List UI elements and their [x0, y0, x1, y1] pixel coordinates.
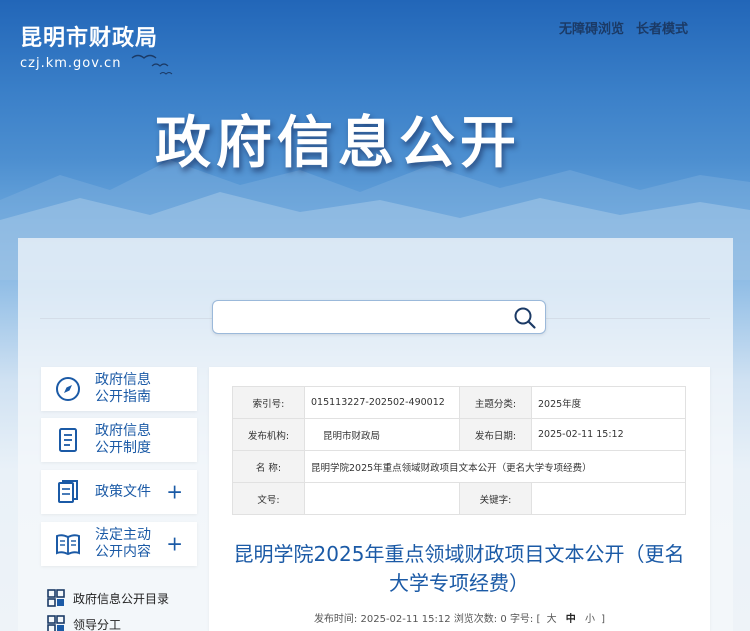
catalog-grid-icon — [47, 589, 65, 607]
sidebar-item-rules[interactable]: 政府信息 公开制度 — [41, 418, 197, 462]
table-row: 名 称: 昆明学院2025年重点领域财政项目文本公开（更名大学专项经费） — [232, 450, 686, 483]
views-label: 浏览次数: — [453, 614, 498, 625]
font-size-medium[interactable]: 中 — [566, 614, 576, 625]
accessibility-link[interactable]: 无障碍浏览 — [559, 18, 624, 37]
meta-key: 文号: — [232, 482, 305, 515]
pub-time: 2025-02-11 15:12 — [360, 614, 451, 625]
meta-value — [531, 482, 686, 515]
top-nav: 无障碍浏览 长者模式 — [559, 18, 688, 37]
bracket-close: ] — [601, 614, 606, 625]
meta-value: 昆明学院2025年重点领域财政项目文本公开（更名大学专项经费） — [304, 450, 686, 483]
sidebar-item-statutory[interactable]: 法定主动 公开内容 + — [41, 522, 197, 566]
meta-key: 发布机构: — [232, 418, 305, 451]
sub-item-label: 领导分工 — [73, 617, 122, 631]
meta-key: 主题分类: — [459, 386, 532, 419]
sidebar-item-label: 政府信息 — [95, 423, 151, 439]
elder-mode-link[interactable]: 长者模式 — [636, 18, 688, 37]
search-box — [212, 300, 546, 334]
sidebar-item-label: 法定主动 — [95, 527, 151, 543]
table-row: 文号: 关键字: — [232, 482, 686, 515]
views-count: 0 — [500, 614, 507, 625]
font-size-large[interactable]: 大 — [547, 614, 557, 625]
expand-plus-icon[interactable]: + — [166, 532, 183, 556]
meta-key: 名 称: — [232, 450, 305, 483]
bracket-open: [ — [536, 614, 541, 625]
meta-value: 015113227-202502-490012 — [304, 386, 460, 419]
table-row: 发布机构: 昆明市财政局 发布日期: 2025-02-11 15:12 — [232, 418, 686, 451]
expand-plus-icon[interactable]: + — [166, 480, 183, 504]
files-icon — [58, 480, 78, 503]
catalog-grid-icon — [47, 615, 65, 631]
sidebar-item-label: 政策文件 — [95, 483, 151, 500]
banner-title: 政府信息公开 — [155, 111, 521, 176]
sidebar-item-label: 公开指南 — [95, 389, 151, 405]
meta-value: 2025-02-11 15:12 — [531, 418, 686, 451]
font-size-small[interactable]: 小 — [585, 614, 595, 625]
sidebar-item-label: 政府信息 — [95, 372, 151, 388]
sub-item-catalog[interactable]: 政府信息公开目录 — [47, 585, 169, 611]
search-input[interactable] — [221, 306, 501, 328]
meta-value: 昆明市财政局 — [304, 418, 460, 451]
search-icon[interactable] — [513, 306, 537, 330]
compass-icon — [56, 377, 80, 401]
sidebar-item-label: 公开内容 — [95, 544, 151, 560]
sub-item-leadership[interactable]: 领导分工 — [47, 611, 169, 631]
document-icon — [59, 428, 77, 452]
sidebar-sublist: 政府信息公开目录 领导分工 — [47, 585, 169, 631]
sidebar-item-label: 公开制度 — [95, 440, 151, 456]
meta-value — [304, 482, 460, 515]
table-row: 索引号: 015113227-202502-490012 主题分类: 2025年… — [232, 386, 686, 419]
sidebar-item-guide[interactable]: 政府信息 公开指南 — [41, 367, 197, 411]
article-title: 昆明学院2025年重点领域财政项目文本公开（更名大学专项经费） — [233, 542, 685, 595]
sub-item-label: 政府信息公开目录 — [73, 591, 170, 606]
sidebar-item-policy[interactable]: 政策文件 + — [41, 470, 197, 514]
meta-key: 关键字: — [459, 482, 532, 515]
book-icon — [56, 534, 80, 556]
pub-time-label: 发布时间: — [313, 614, 358, 625]
meta-key: 索引号: — [232, 386, 305, 419]
birds-icon — [131, 54, 173, 75]
meta-table: 索引号: 015113227-202502-490012 主题分类: 2025年… — [232, 386, 686, 515]
site-name: 昆明市财政局 — [20, 26, 159, 51]
meta-key: 发布日期: — [459, 418, 532, 451]
font-size-label: 字号: — [509, 614, 534, 625]
publish-info: 发布时间: 2025-02-11 15:12 浏览次数: 0 字号: [ 大 中… — [209, 610, 710, 625]
meta-value: 2025年度 — [531, 386, 686, 419]
article-card: 索引号: 015113227-202502-490012 主题分类: 2025年… — [209, 367, 710, 631]
